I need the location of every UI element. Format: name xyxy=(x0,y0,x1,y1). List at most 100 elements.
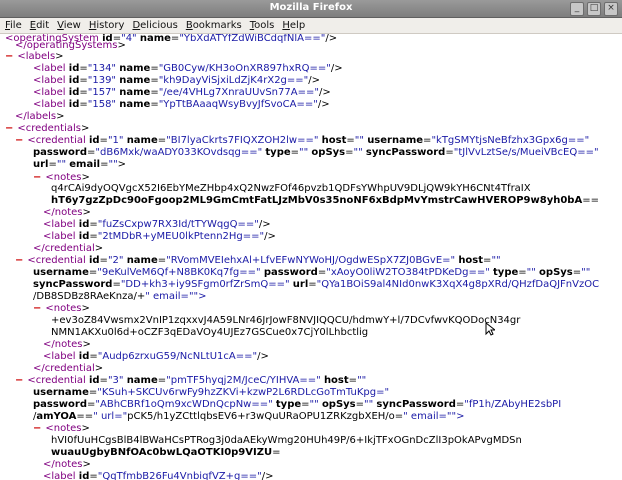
xml-punctuation: > xyxy=(55,51,64,62)
xml-attr-name: id xyxy=(88,135,100,146)
xml-line: </notes> xyxy=(43,339,91,351)
xml-attr-name: password xyxy=(33,147,88,158)
xml-punctuation: > xyxy=(321,99,330,110)
xml-attr-name: name xyxy=(119,99,151,110)
xml-punctuation: > xyxy=(311,75,321,86)
xml-punctuation: = xyxy=(99,255,108,266)
collapse-toggle[interactable]: − xyxy=(15,255,23,266)
collapse-toggle[interactable]: − xyxy=(33,172,41,183)
xml-tag: <label xyxy=(43,351,76,362)
xml-attr-name: name xyxy=(139,34,171,44)
xml-attr-name: name xyxy=(126,255,158,266)
xml-line: <label id="158" name="YpTtBAaaqWsyBvyJfS… xyxy=(33,99,330,111)
xml-punctuation: > xyxy=(260,351,269,362)
xml-attr-value: "RVomMVEIehxAl+LfvEFwNYWoHJ/OgdwESpX7ZJ0… xyxy=(166,255,456,266)
xml-punctuation: = xyxy=(345,147,354,158)
xml-punctuation: = xyxy=(355,399,365,410)
xml-attr-name: id xyxy=(68,63,80,74)
xml-line: password = "dB6Mxk/waADY033KOvdsqg==" type… xyxy=(33,147,599,159)
xml-attr-name: id xyxy=(78,231,90,242)
xml-punctuation: = xyxy=(89,219,98,230)
xml-punctuation: = xyxy=(301,399,310,410)
xml-punctuation: = xyxy=(150,63,159,74)
xml-attr-value: "" xyxy=(357,375,367,386)
xml-attr-value: "kTgSMYtjsNeBfzhx3Gpx6g==" xyxy=(431,135,590,146)
xml-line: − <notes> xyxy=(33,423,90,435)
xml-attr-name: password xyxy=(263,267,318,278)
xml-attr-value: " email=" xyxy=(403,411,452,422)
menu-help[interactable]: Help xyxy=(282,20,305,31)
xml-line: </notes> xyxy=(43,207,91,219)
xml-punctuation: > xyxy=(82,339,91,350)
menu-tools[interactable]: Tools xyxy=(250,20,275,31)
xml-punctuation: = xyxy=(157,375,167,386)
xml-attr-name: syncPassword xyxy=(33,279,113,290)
xml-attr-value: "> xyxy=(193,291,207,302)
xml-tag: </notes xyxy=(43,459,83,470)
menu-view[interactable]: View xyxy=(57,20,81,31)
xml-tag: <label xyxy=(33,99,66,110)
xml-punctuation: > xyxy=(265,471,274,480)
collapse-toggle[interactable]: − xyxy=(33,303,41,314)
xml-punctuation: > xyxy=(81,172,90,183)
collapse-toggle[interactable]: − xyxy=(5,123,13,134)
collapse-toggle[interactable]: − xyxy=(15,375,23,386)
xml-punctuation: = xyxy=(272,447,281,458)
xml-attr-value: "" xyxy=(299,147,309,158)
xml-attr-name: email xyxy=(69,159,101,170)
xml-punctuation: > xyxy=(81,303,90,314)
xml-attr-name: name xyxy=(119,63,151,74)
xml-line: − <credential id="3" name="pmTF5hyqj2M/Jc… xyxy=(15,375,366,387)
collapse-toggle[interactable]: − xyxy=(15,135,23,146)
xml-tag: <credential xyxy=(27,375,86,386)
xml-attr-value: "3" xyxy=(107,375,124,386)
xml-attr-value: "" xyxy=(491,255,501,266)
xml-content: <operatingSystem id="4" name="YbXdATYfZd… xyxy=(0,34,622,480)
xml-attr-name: hT6y7gzZpDc90oFgoop2ML9GmCmtFatLJzMbV0s3… xyxy=(51,195,583,206)
xml-line: <label id="QqTfmbB26Fu4VnbiqfVZ+g=="/> xyxy=(43,471,274,480)
xml-text: hVI0fUuHCgsBlB4lBWaHCsPTRog3j0daAEkyWmg2… xyxy=(51,435,522,446)
xml-tag: <label xyxy=(33,63,66,74)
xml-attr-name: username xyxy=(33,267,89,278)
menu-history[interactable]: History xyxy=(89,20,125,31)
xml-punctuation: = xyxy=(590,195,599,206)
xml-punctuation: = xyxy=(346,135,355,146)
menu-file[interactable]: File xyxy=(5,20,22,31)
xml-attr-value: " url=" xyxy=(93,411,128,422)
xml-attr-value: "YpTtBAaaqWsyBvyJfSvoCA==" xyxy=(158,99,318,110)
xml-text: ev3oZ84Vwsmx2VnIP1zqxxvJ4A59LNr46JrJowF8… xyxy=(59,315,521,326)
menu-delicious[interactable]: Delicious xyxy=(132,20,177,31)
xml-punctuation: = xyxy=(89,231,98,242)
menu-bookmarks[interactable]: Bookmarks xyxy=(186,20,242,31)
xml-punctuation: = xyxy=(79,99,88,110)
xml-line: url="" email=""> xyxy=(33,159,126,171)
xml-line: </credential> xyxy=(33,363,103,375)
maximize-icon[interactable]: □ xyxy=(587,2,601,16)
xml-attr-value: "YbXdATYfZdWiBCdqfNlA==" xyxy=(179,34,326,44)
xml-attr-name: id xyxy=(78,471,90,480)
xml-attr-value: "dB6Mxk/waADY033KOvdsqg==" xyxy=(95,147,263,158)
xml-punctuation: = xyxy=(157,135,167,146)
menu-edit[interactable]: Edit xyxy=(30,20,49,31)
xml-punctuation: = xyxy=(76,411,85,422)
xml-attr-value: "1" xyxy=(107,135,124,146)
xml-text: NMN1AKXu0l6d+oCZF3qEDaVOy4UJEz7GSCue0x7C… xyxy=(51,327,369,338)
xml-attr-value: "158" xyxy=(87,99,117,110)
minimize-icon[interactable]: _ xyxy=(570,2,584,16)
xml-punctuation: = xyxy=(88,387,98,398)
close-icon[interactable]: × xyxy=(604,2,618,16)
xml-line: <label id="fuZsCxpw7RX3Id/tTYWqgQ=="/> xyxy=(43,219,271,231)
xml-attr-value: "9eKulVeM6Qf+N8BK0Kq7fg==" xyxy=(97,267,261,278)
xml-tag: <credentials xyxy=(17,123,81,134)
xml-attr-name: wuauUgbyBNfOAc0bwLQaOTKI0p9VIZU xyxy=(51,447,273,458)
xml-line: +ev3oZ84Vwsmx2VnIP1zqxxvJ4A59LNr46JrJowF… xyxy=(51,315,520,327)
xml-line: − <credential id="1" name="BI7lyaCkrts7FI… xyxy=(15,135,589,147)
xml-text: q4rCAi9dyOQVgcX52I6EbYMeZHbp4xQ2NwzFOf46… xyxy=(51,183,531,194)
collapse-toggle[interactable]: − xyxy=(5,51,13,62)
xml-punctuation: > xyxy=(117,40,126,51)
window-title: Mozilla Firefox xyxy=(269,2,353,13)
xml-attr-name: url xyxy=(33,159,49,170)
collapse-toggle[interactable]: − xyxy=(33,423,41,434)
xml-tag: </credential xyxy=(33,243,95,254)
xml-punctuation: = xyxy=(89,351,98,362)
